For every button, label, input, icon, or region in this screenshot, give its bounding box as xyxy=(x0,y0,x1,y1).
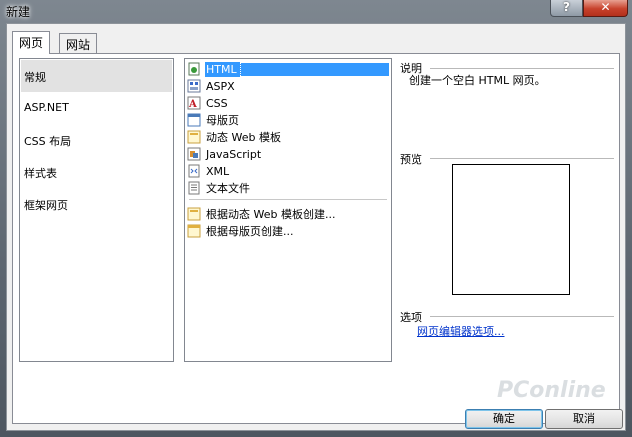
template-label: 根据动态 Web 模板创建... xyxy=(206,208,336,221)
aspx-page-icon xyxy=(187,79,201,93)
template-item-dynamic-template[interactable]: 动态 Web 模板 xyxy=(187,129,284,145)
template-label: CSS xyxy=(206,96,228,110)
template-label: 根据母版页创建... xyxy=(206,225,294,238)
template-label: XML xyxy=(206,164,230,178)
template-label: 文本文件 xyxy=(206,182,250,195)
ok-button[interactable]: 确定 xyxy=(465,409,543,429)
close-icon: ✕ xyxy=(600,0,611,14)
preview-title: 预览 xyxy=(400,153,422,166)
page-editor-options-link[interactable]: 网页编辑器选项... xyxy=(417,323,505,339)
template-label: ASPX xyxy=(206,79,235,93)
tab-webpage[interactable]: 网页 xyxy=(12,31,51,54)
list-separator xyxy=(189,199,387,200)
category-item-css-layout[interactable]: CSS 布局 xyxy=(21,124,172,156)
description-divider xyxy=(430,68,614,69)
dynamic-template-icon xyxy=(187,130,201,144)
title-bar: 新建 ? ✕ xyxy=(0,0,632,22)
category-item-stylesheet[interactable]: 样式表 xyxy=(21,156,172,188)
html-page-icon xyxy=(187,62,201,76)
create-from-master-page[interactable]: 根据母版页创建... xyxy=(187,223,297,239)
template-item-css[interactable]: A CSS xyxy=(187,95,231,111)
watermark-logo: PConline xyxy=(497,378,606,403)
template-item-javascript[interactable]: JavaScript xyxy=(187,146,264,162)
category-list[interactable]: 常规 ASP.NET CSS 布局 样式表 框架网页 xyxy=(19,58,174,362)
cancel-button[interactable]: 取消 xyxy=(545,409,623,429)
javascript-file-icon xyxy=(187,147,201,161)
dynamic-template-icon xyxy=(187,207,201,221)
help-icon: ? xyxy=(563,0,570,14)
css-file-icon: A xyxy=(187,96,201,110)
template-label: HTML xyxy=(204,60,241,78)
close-button[interactable]: ✕ xyxy=(583,0,628,17)
template-item-master-page[interactable]: 母版页 xyxy=(187,112,242,128)
template-item-aspx[interactable]: ASPX xyxy=(187,78,238,94)
dialog-frame: 新建 ? ✕ 网页 网站 常规 ASP.NET CSS 布局 样式表 框架网页 xyxy=(0,0,632,437)
template-item-text-file[interactable]: 文本文件 xyxy=(187,180,253,196)
xml-file-icon xyxy=(187,164,201,178)
category-item-frameset[interactable]: 框架网页 xyxy=(21,188,172,220)
template-label: 动态 Web 模板 xyxy=(206,131,281,144)
create-from-dynamic-template[interactable]: 根据动态 Web 模板创建... xyxy=(187,206,338,222)
template-label: 母版页 xyxy=(206,114,239,127)
template-item-xml[interactable]: XML xyxy=(187,163,232,179)
dialog-title: 新建 xyxy=(6,5,31,19)
text-file-icon xyxy=(187,181,201,195)
preview-divider xyxy=(430,158,614,159)
options-divider xyxy=(430,316,614,317)
tab-website[interactable]: 网站 xyxy=(59,33,98,53)
preview-area xyxy=(452,164,570,295)
template-list[interactable]: HTML ASPX A CSS 母版页 动态 Web 模板 JavaScript… xyxy=(184,58,392,362)
dialog-client: 网页 网站 常规 ASP.NET CSS 布局 样式表 框架网页 HTML AS… xyxy=(6,23,626,431)
template-item-html[interactable]: HTML xyxy=(187,60,389,78)
master-page-icon xyxy=(187,224,201,238)
help-button[interactable]: ? xyxy=(550,0,583,17)
category-item-aspnet[interactable]: ASP.NET xyxy=(21,92,172,124)
master-page-icon xyxy=(187,113,201,127)
template-label: JavaScript xyxy=(206,147,262,161)
description-text: 创建一个空白 HTML 网页。 xyxy=(409,74,546,87)
category-item-general[interactable]: 常规 xyxy=(21,60,172,92)
svg-text:A: A xyxy=(188,99,197,110)
